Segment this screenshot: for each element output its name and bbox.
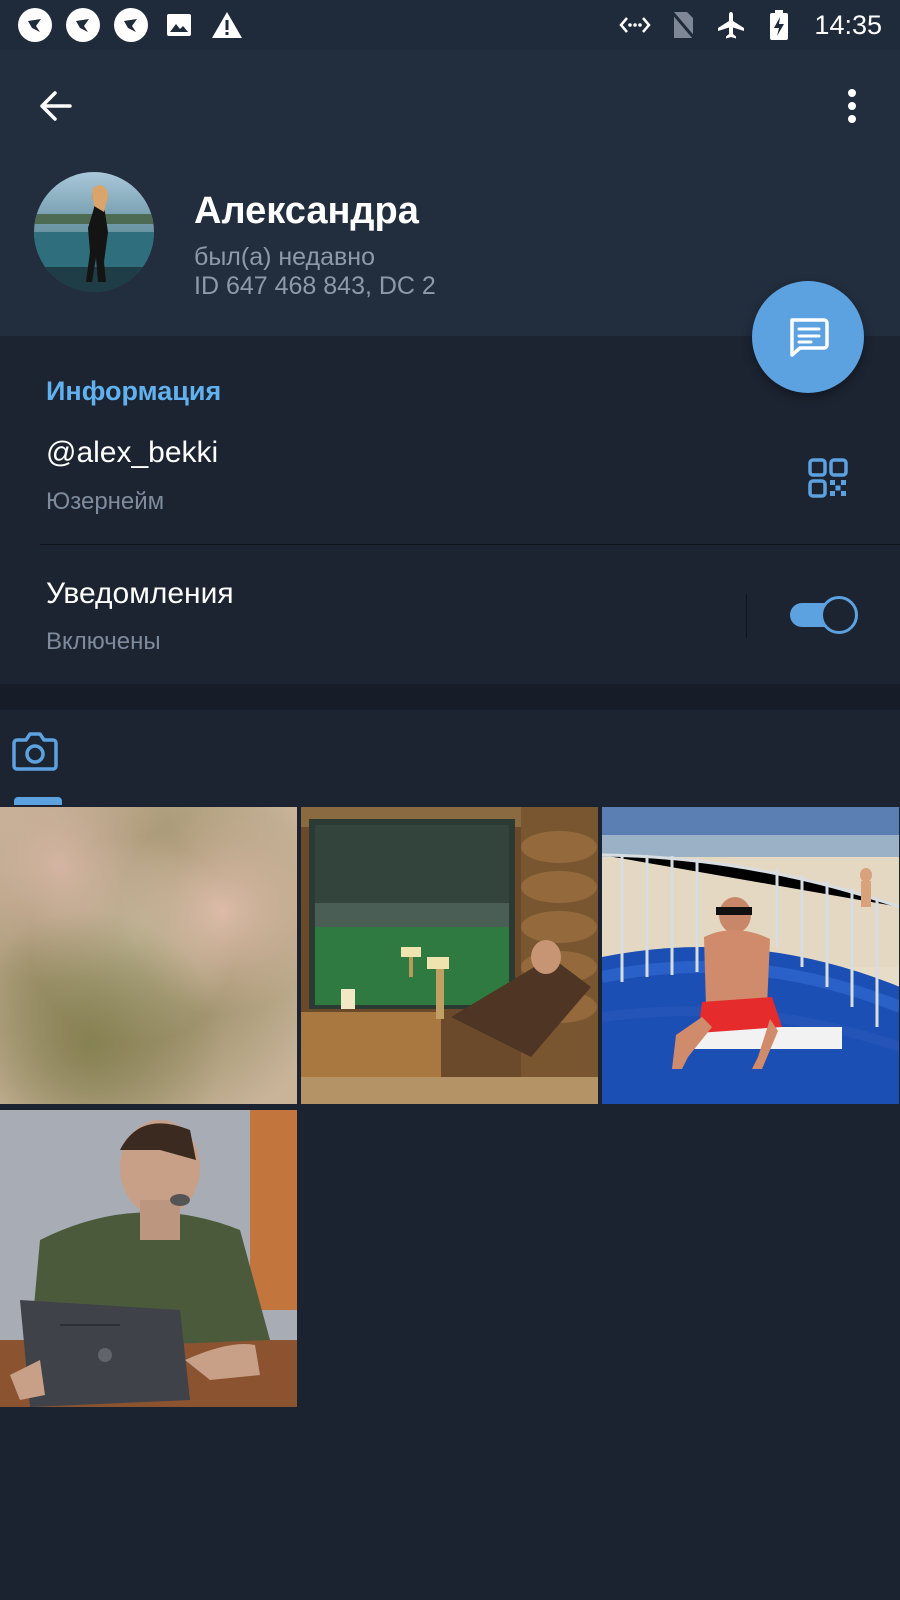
more-menu-button[interactable] — [826, 80, 878, 132]
qr-code-button[interactable] — [804, 454, 852, 502]
battery-charging-icon — [762, 8, 796, 42]
profile-screen: 14:35 Александра был(а) недавно ID 647 4… — [0, 0, 900, 1600]
avatar[interactable] — [34, 172, 154, 292]
vertical-divider — [746, 594, 747, 638]
divider — [40, 544, 900, 545]
last-seen-status: был(а) недавно — [194, 243, 376, 271]
back-button[interactable] — [30, 80, 82, 132]
airplane-icon — [714, 8, 748, 42]
user-id: ID 647 468 843, DC 2 — [194, 272, 436, 300]
app-notification-icon — [66, 8, 100, 42]
image-icon — [162, 8, 196, 42]
info-section: Информация @alex_bekki Юзернейм Уведомле… — [0, 336, 900, 684]
status-right: 14:35 — [618, 8, 882, 42]
app-notification-icon — [18, 8, 52, 42]
photo-thumbnail-laptop[interactable] — [0, 1110, 297, 1407]
send-message-button[interactable] — [752, 281, 864, 393]
profile-header: Александра был(а) недавно ID 647 468 843… — [0, 50, 900, 336]
photo-thumbnail-blurred[interactable] — [0, 807, 297, 1104]
profile-name: Александра — [194, 190, 419, 232]
toggle-knob — [820, 596, 858, 634]
status-time: 14:35 — [814, 9, 882, 40]
media-tabs — [0, 710, 900, 805]
warning-icon — [210, 8, 244, 42]
tab-photos[interactable] — [12, 730, 64, 805]
no-sim-icon — [666, 8, 700, 42]
photo-thumbnail-pool[interactable] — [602, 807, 899, 1104]
data-saver-icon — [618, 8, 652, 42]
message-icon — [790, 318, 829, 357]
camera-icon — [12, 732, 58, 771]
notifications-toggle[interactable] — [790, 596, 858, 634]
photo-thumbnail-sauna[interactable] — [301, 807, 598, 1104]
username-value[interactable]: @alex_bekki — [46, 436, 218, 470]
app-notification-icon — [114, 8, 148, 42]
section-gap — [0, 684, 900, 710]
more-vert-icon — [848, 89, 856, 123]
status-bar: 14:35 — [0, 0, 900, 50]
status-left — [18, 8, 244, 42]
username-caption: Юзернейм — [46, 488, 165, 515]
section-title: Информация — [46, 376, 222, 406]
arrow-left-icon — [40, 91, 72, 121]
notifications-label[interactable]: Уведомления — [46, 577, 234, 611]
qr-code-icon — [808, 458, 848, 498]
notifications-caption: Включены — [46, 628, 161, 655]
active-tab-indicator — [14, 797, 62, 805]
